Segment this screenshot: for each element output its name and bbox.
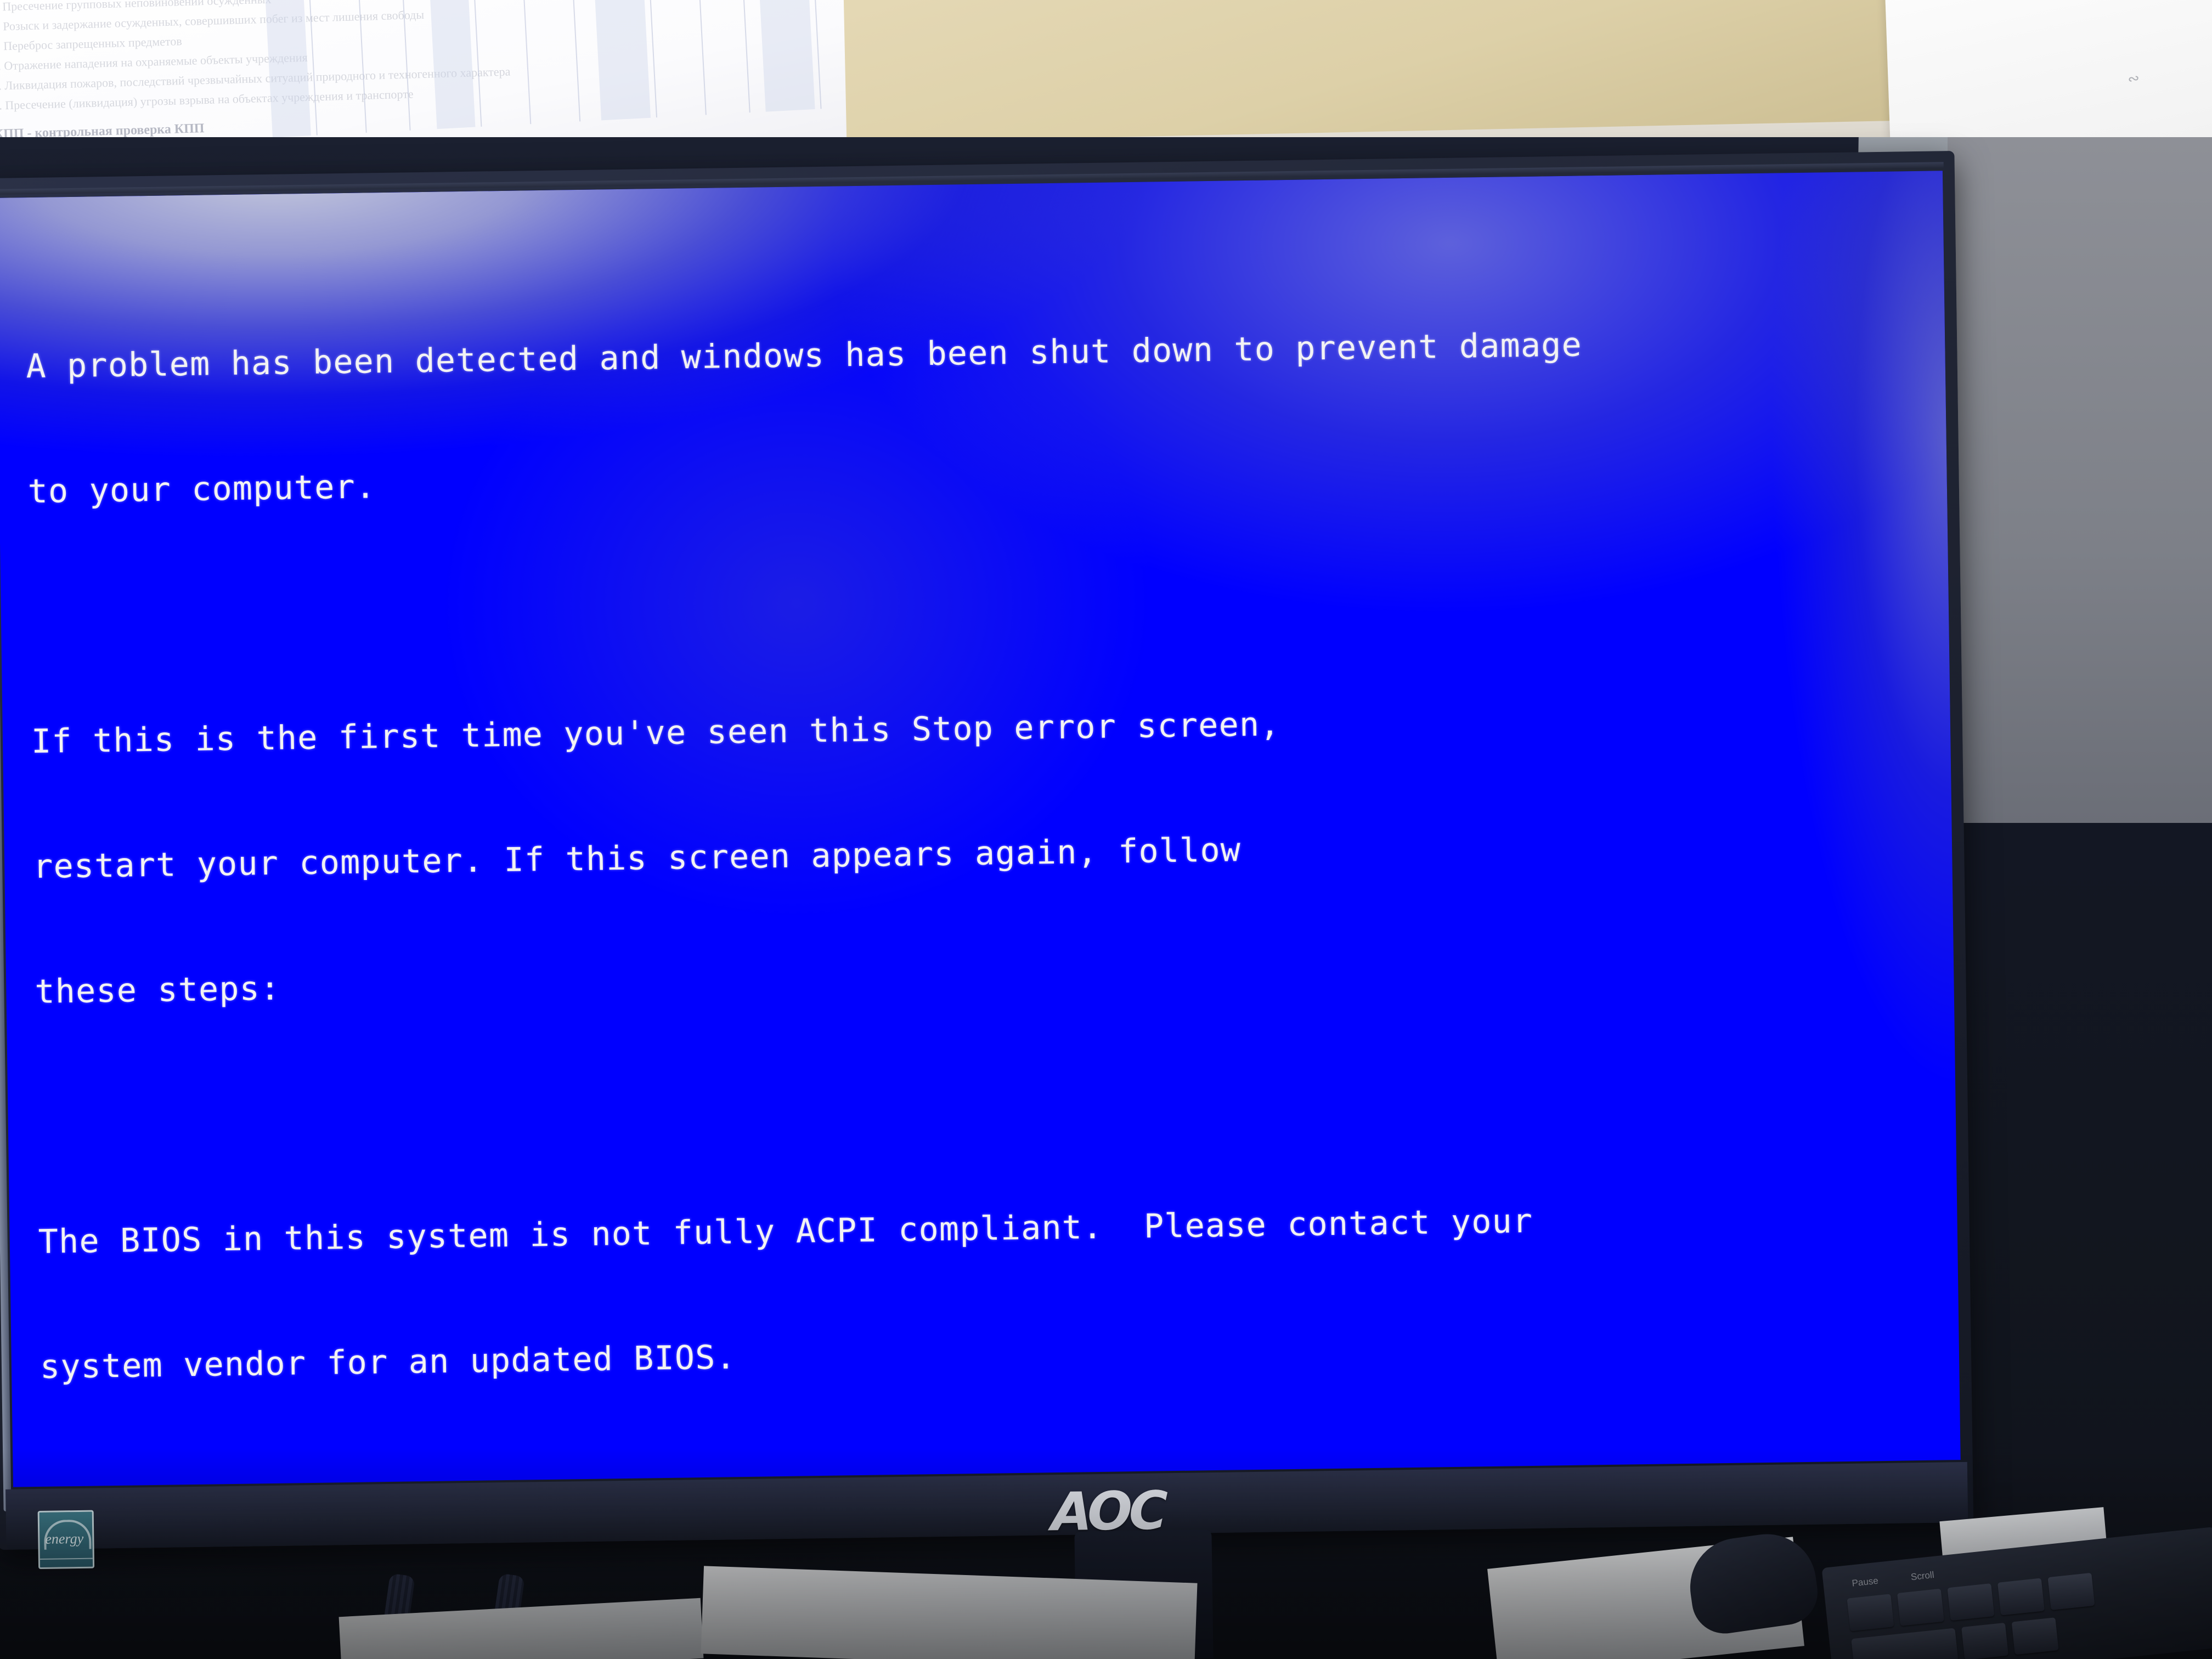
wall-doc-item-3: 3. Переброс запрещенных предметов: [0, 34, 182, 53]
wall-document-cream: [843, 0, 1900, 143]
wall-doc-item-4: 4. Отражение нападения на охраняемые объ…: [0, 50, 308, 73]
keyboard-key[interactable]: [1847, 1594, 1894, 1632]
bsod-line-1: A problem has been detected and windows …: [26, 325, 1583, 386]
keyboard-key[interactable]: [2011, 1617, 2059, 1655]
bsod-message-block: A problem has been detected and windows …: [25, 235, 1961, 1487]
bsod-spacer-2: [36, 1069, 1961, 1138]
bsod-spacer-1: [29, 569, 1960, 637]
bsod-line-6: these steps:: [34, 969, 281, 1011]
bsod-line-4: If this is the first time you've seen th…: [31, 705, 1281, 761]
keyboard-key[interactable]: [1961, 1622, 2008, 1659]
keyboard-key[interactable]: [1997, 1578, 2045, 1616]
energy-star-divider: [40, 1558, 93, 1560]
photo-scene: 1. Пресечение групповых неповиновений ос…: [0, 0, 2212, 1659]
energy-star-sticker: energy: [37, 1510, 95, 1570]
bsod-line-8: The BIOS in this system is not fully ACP…: [38, 1201, 1533, 1261]
wall-doc-item-1: 1. Пресечение групповых неповиновений ос…: [0, 0, 272, 14]
keyboard-key[interactable]: [1851, 1628, 1959, 1659]
bsod-line-9: system vendor for an updated BIOS.: [40, 1338, 737, 1386]
monitor-screen: A problem has been detected and windows …: [0, 171, 1961, 1487]
monitor: A problem has been detected and windows …: [0, 150, 2081, 1659]
room-wall-right: [1948, 137, 2212, 823]
wall-doc-table: [264, 0, 864, 138]
keyboard-key[interactable]: [2047, 1572, 2095, 1610]
bsod-line-5: restart your computer. If this screen ap…: [32, 831, 1242, 887]
bsod-line-2: to your computer.: [27, 467, 376, 511]
keyboard-key[interactable]: [1947, 1583, 1995, 1621]
keyboard-key[interactable]: [1897, 1588, 1944, 1626]
keyboard-key-label-scroll: Scroll: [1910, 1569, 1935, 1583]
keyboard-key-label-pause: Pause: [1851, 1575, 1879, 1589]
energy-star-label: energy: [45, 1530, 84, 1547]
